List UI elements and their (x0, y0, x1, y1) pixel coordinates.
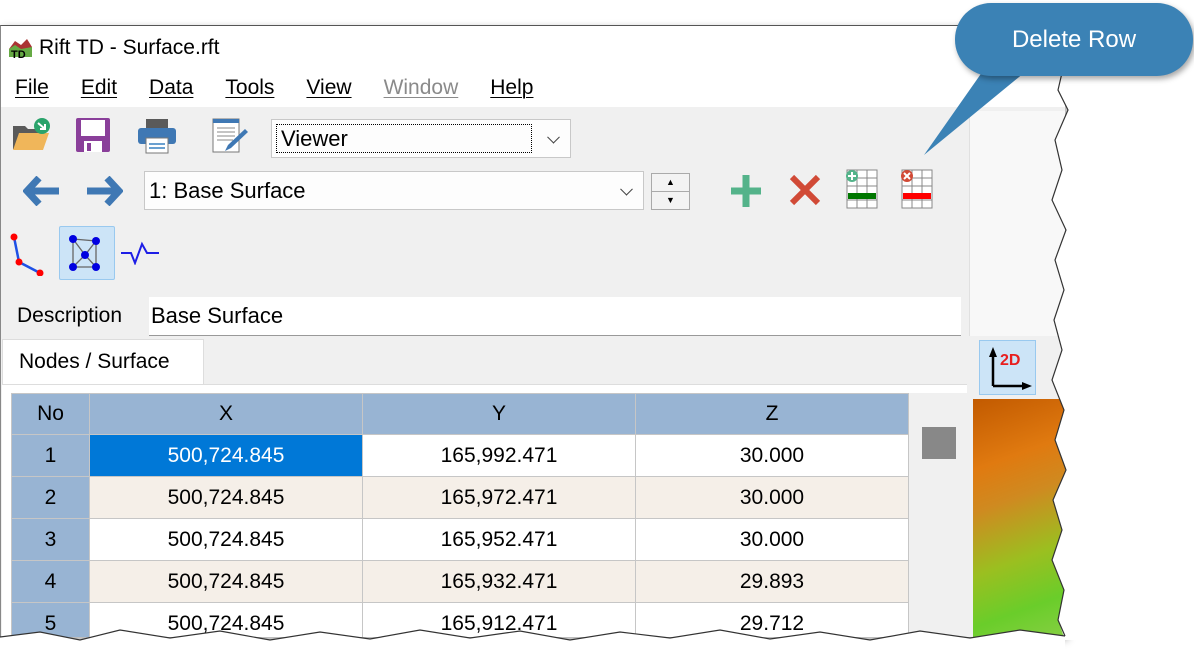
callout-text: Delete Row (1011, 25, 1137, 53)
delete-row-callout: Delete Row (955, 3, 1193, 76)
torn-edge-mask (0, 59, 1194, 669)
